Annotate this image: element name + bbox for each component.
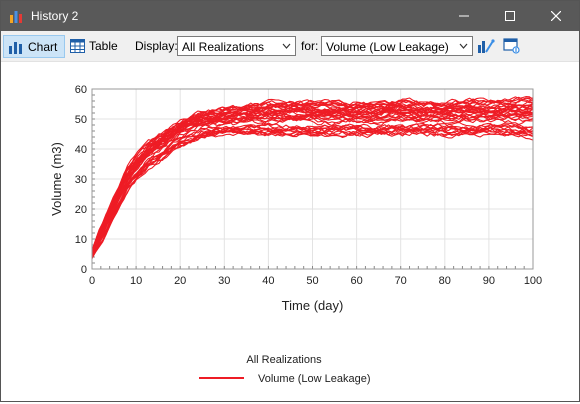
chevron-down-icon [282,43,291,49]
x-tick-label: 0 [89,275,95,287]
result-select-value: Volume (Low Leakage) [326,40,449,54]
chart-app-icon [10,11,22,23]
x-tick-label: 40 [262,275,274,287]
x-tick-label: 90 [483,275,495,287]
x-tick-label: 100 [524,275,542,287]
x-tick-label: 30 [218,275,230,287]
y-tick-label: 40 [75,144,87,156]
y-tick-label: 0 [81,264,87,276]
close-button[interactable] [533,1,579,31]
minimize-icon [459,15,469,17]
y-tick-label: 20 [75,204,87,216]
legend-title: All Realizations [246,354,322,366]
x-tick-label: 20 [174,275,186,287]
for-label: for: [301,39,319,53]
chart-view-label: Chart [28,39,58,54]
close-icon [551,11,561,21]
table-view-button[interactable]: Table [68,35,120,56]
window-title: History 2 [31,9,79,23]
chart-area: 0 10 20 30 40 50 60 70 80 90 100 0 10 20 30 40 50 60 Time … [1,62,579,401]
history-chart[interactable]: 0 10 20 30 40 50 60 70 80 90 100 0 10 20 30 40 50 60 Time … [1,62,579,401]
x-tick-label: 70 [395,275,407,287]
x-axis-label: Time (day) [282,298,344,313]
display-select[interactable]: All Realizations [177,36,296,56]
legend-label: Volume (Low Leakage) [258,373,371,385]
table-view-label: Table [89,38,118,53]
y-tick-label: 30 [75,174,87,186]
y-tick-label: 60 [75,84,87,96]
export-icon [503,37,520,54]
maximize-button[interactable] [487,1,533,31]
display-label: Display: [135,39,178,53]
bar-chart-icon [9,41,22,54]
table-icon [70,38,85,53]
title-bar[interactable]: History 2 [1,1,579,31]
display-select-value: All Realizations [182,40,265,54]
maximize-icon [505,11,515,21]
y-tick-label: 10 [75,234,87,246]
y-axis-label: Volume (m3) [49,142,64,216]
x-tick-label: 10 [130,275,142,287]
toolbar: Chart Table Display: All Realizations fo… [1,31,579,62]
x-tick-label: 50 [306,275,318,287]
x-tick-label: 80 [439,275,451,287]
minimize-button[interactable] [441,1,487,31]
chart-view-button[interactable]: Chart [3,35,65,58]
history-window: History 2 Chart Table Display: All Reali… [0,0,580,402]
export-button[interactable] [503,35,523,56]
chevron-down-icon [459,43,468,49]
y-tick-label: 50 [75,114,87,126]
chart-properties-button[interactable] [477,35,497,56]
result-select[interactable]: Volume (Low Leakage) [321,36,473,56]
x-tick-label: 60 [350,275,362,287]
chart-properties-icon [478,38,495,53]
